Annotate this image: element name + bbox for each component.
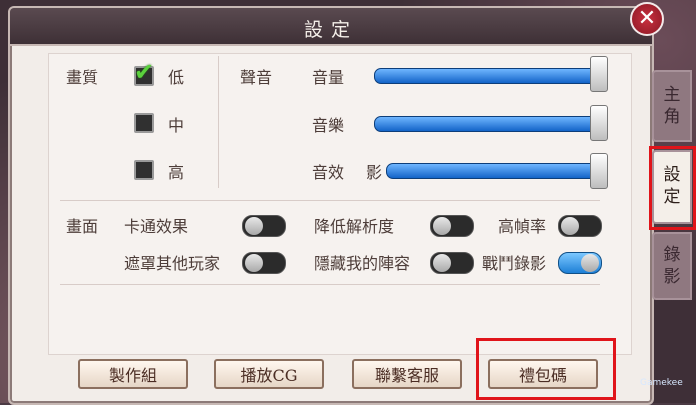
toggle-label: 戰鬥錄影 — [482, 254, 547, 273]
toggle-knob — [433, 217, 451, 235]
battle-recording-toggle[interactable] — [558, 252, 602, 274]
tab-settings[interactable]: 設定 — [652, 150, 692, 224]
sfx-slider[interactable] — [386, 163, 598, 179]
toggle-knob — [581, 254, 599, 272]
quality-medium-checkbox[interactable] — [134, 113, 154, 133]
close-icon[interactable]: ✕ — [630, 2, 664, 36]
tab-recording[interactable]: 錄影 — [652, 232, 692, 300]
volume-label: 音量 — [312, 68, 345, 87]
tab-label: 錄影 — [663, 245, 681, 287]
overlay-character: 影 — [366, 163, 383, 182]
quality-high-label: 高 — [168, 163, 185, 182]
credits-button[interactable]: 製作組 — [78, 359, 188, 389]
hide-lineup-toggle[interactable] — [430, 252, 474, 274]
volume-slider-handle[interactable] — [590, 56, 608, 92]
divider — [218, 56, 219, 188]
tab-label: 主角 — [663, 85, 681, 127]
toggle-label: 高幀率 — [498, 217, 547, 236]
divider — [60, 200, 600, 201]
toggle-label: 遮罩其他玩家 — [124, 254, 221, 273]
volume-slider[interactable] — [374, 68, 598, 84]
toggle-knob — [245, 217, 263, 235]
lower-resolution-toggle[interactable] — [430, 215, 474, 237]
quality-high-checkbox[interactable] — [134, 160, 154, 180]
music-slider[interactable] — [374, 116, 598, 132]
panel-title: 設定 — [303, 19, 359, 41]
toggle-label: 降低解析度 — [314, 217, 395, 236]
tab-label: 設定 — [663, 165, 681, 207]
watermark: Gamekee — [640, 378, 683, 388]
high-framerate-toggle[interactable] — [558, 215, 602, 237]
quality-medium-label: 中 — [168, 116, 185, 135]
toggle-knob — [433, 254, 451, 272]
music-label: 音樂 — [312, 116, 345, 135]
cartoon-effect-toggle[interactable] — [242, 215, 286, 237]
divider — [60, 284, 600, 285]
sfx-label: 音效 — [312, 163, 345, 182]
settings-content-area — [48, 53, 632, 355]
tab-protagonist[interactable]: 主角 — [652, 70, 692, 142]
toggle-knob — [245, 254, 263, 272]
checkmark-icon: ✔ — [134, 58, 155, 86]
music-slider-handle[interactable] — [590, 105, 608, 141]
mask-other-players-toggle[interactable] — [242, 252, 286, 274]
highlight-box — [476, 338, 616, 400]
toggle-knob — [561, 217, 579, 235]
toggle-label: 隱藏我的陣容 — [314, 254, 411, 273]
screen-label: 畫面 — [66, 217, 99, 236]
quality-low-checkbox[interactable]: ✔ — [134, 58, 154, 86]
contact-support-button[interactable]: 聯繫客服 — [352, 359, 462, 389]
quality-low-label: 低 — [168, 68, 185, 87]
title-bar: 設定 — [10, 8, 652, 46]
sound-label: 聲音 — [240, 68, 273, 87]
toggle-label: 卡通效果 — [124, 217, 189, 236]
quality-label: 畫質 — [66, 68, 99, 87]
play-cg-button[interactable]: 播放CG — [214, 359, 324, 389]
sfx-slider-handle[interactable] — [590, 153, 608, 189]
